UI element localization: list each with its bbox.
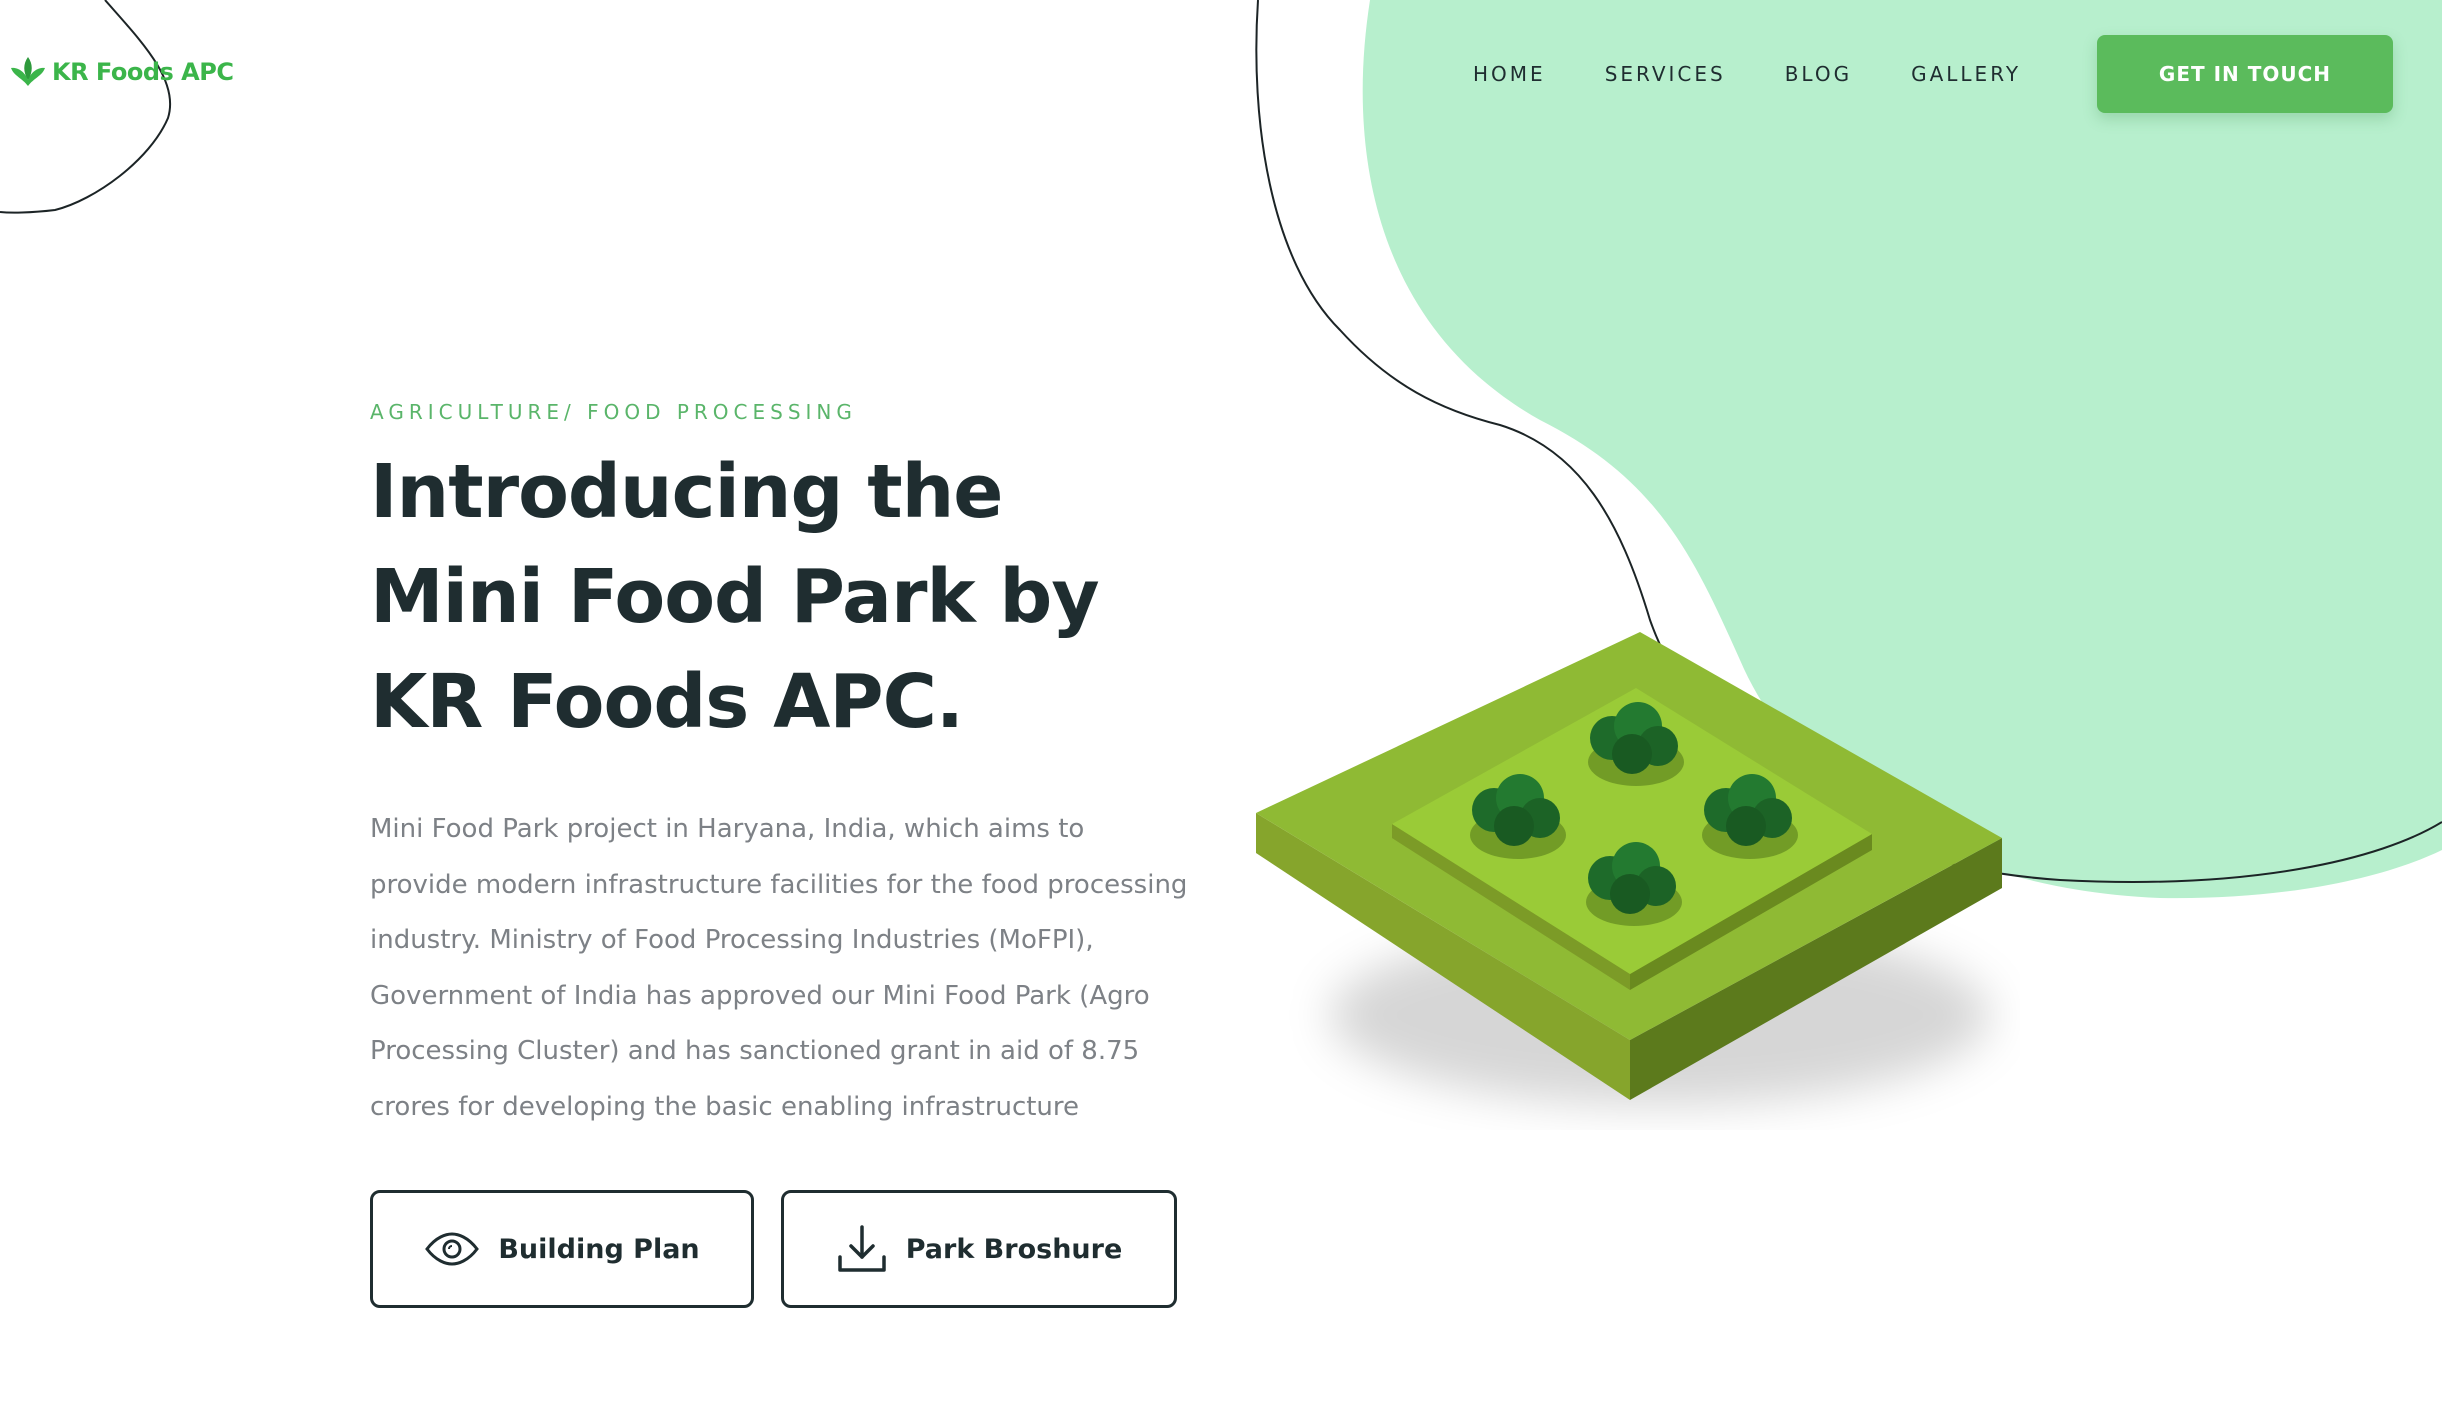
hero-eyebrow: AGRICULTURE/ FOOD PROCESSING	[370, 400, 857, 424]
eye-icon	[425, 1232, 480, 1266]
page: KR Foods APC HOME SERVICES BLOG GALLERY …	[0, 0, 2442, 1406]
get-in-touch-button[interactable]: GET IN TOUCH	[2097, 35, 2393, 113]
isometric-park-tile-icon	[1256, 632, 2002, 1105]
brand-name: KR Foods APC	[52, 58, 234, 86]
building-plan-label: Building Plan	[498, 1233, 700, 1265]
main-nav: HOME SERVICES BLOG GALLERY	[1473, 56, 2021, 92]
hero-headline: Introducing the Mini Food Park by KR Foo…	[370, 449, 1100, 745]
outline-curve-left	[0, 0, 172, 214]
nav-home[interactable]: HOME	[1473, 56, 1546, 92]
park-brochure-label: Park Broshure	[905, 1233, 1123, 1265]
building-plan-button[interactable]: Building Plan	[370, 1190, 754, 1308]
park-brochure-button[interactable]: Park Broshure	[781, 1190, 1177, 1308]
hero-description: Mini Food Park project in Haryana, India…	[370, 814, 1188, 1122]
background-decoration	[0, 0, 2442, 899]
brand-logo[interactable]: KR Foods APC	[8, 52, 234, 92]
nav-services[interactable]: SERVICES	[1605, 56, 1726, 92]
leaf-icon	[11, 57, 45, 86]
download-icon	[837, 1225, 886, 1272]
nav-gallery[interactable]: GALLERY	[1911, 56, 2021, 92]
nav-blog[interactable]: BLOG	[1785, 56, 1852, 92]
